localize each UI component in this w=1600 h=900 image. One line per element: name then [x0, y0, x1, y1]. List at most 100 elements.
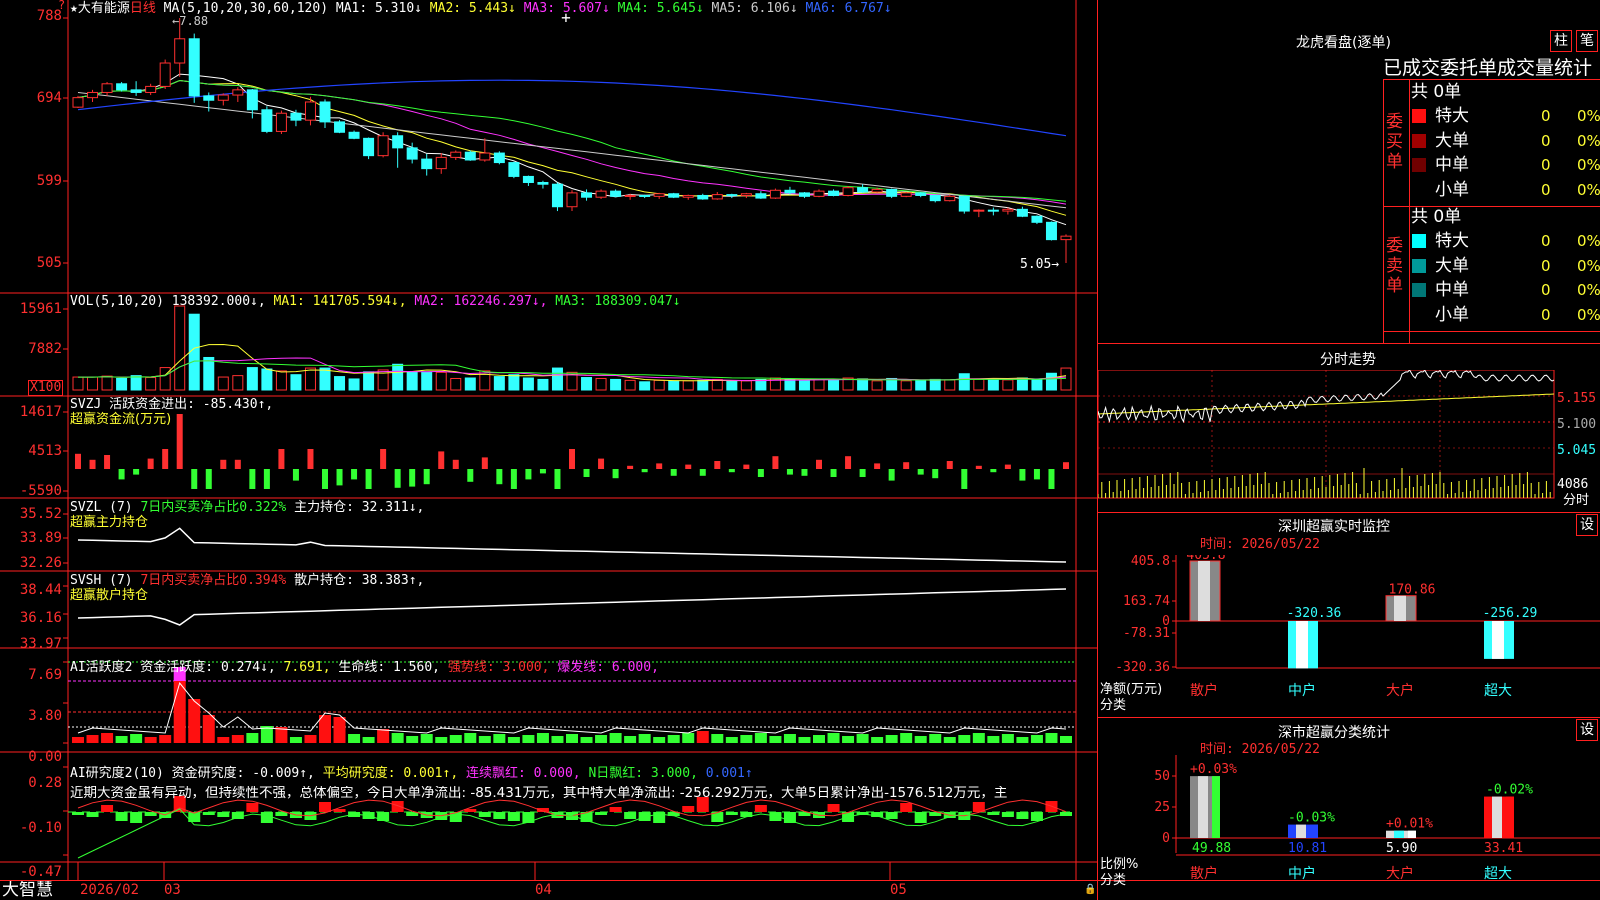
volume-bar	[493, 376, 505, 391]
activity-bar	[144, 737, 157, 743]
classify-settings-button[interactable]: 设	[1576, 719, 1598, 741]
volume-bar	[813, 378, 825, 391]
volume-bar	[871, 380, 883, 391]
monitor-settings-button[interactable]: 设	[1576, 514, 1598, 536]
activity-bar	[972, 733, 985, 743]
bar-mode-button[interactable]: 柱	[1550, 30, 1572, 52]
money-flow-bar	[641, 469, 648, 473]
candle-body	[668, 193, 680, 198]
classify-bar-group	[1484, 796, 1514, 838]
classify-chart: 7550250+0.03%49.88散户-0.03%10.81中户+0.01%5…	[1154, 755, 1600, 882]
candle-body	[406, 147, 418, 160]
candle-body	[116, 83, 128, 91]
candle-body	[726, 194, 738, 197]
candle-body	[842, 187, 854, 196]
lhb-row-label: 特大	[1435, 106, 1469, 126]
volume-bar	[145, 377, 157, 391]
activity-bar	[406, 736, 419, 743]
volume-bar	[116, 377, 128, 391]
money-flow-bar	[946, 461, 953, 469]
tick-mode-button[interactable]: 笔	[1576, 30, 1598, 52]
candle-body	[784, 189, 796, 194]
lock-icon[interactable]: 🔒	[1084, 882, 1096, 897]
candle-body	[828, 190, 840, 196]
candle-body	[871, 188, 883, 193]
ma-legend-item: MA6: 6.767↓	[797, 1, 892, 16]
price-tick: 599	[36, 173, 62, 189]
candle-body	[217, 94, 229, 101]
lhb-row-count: 0	[1541, 305, 1551, 324]
date-label: 04	[535, 882, 552, 898]
volume-bar	[392, 363, 404, 391]
classify-bar-edge	[1310, 824, 1318, 838]
lhb-row: 小单 0 0%	[1411, 303, 1600, 327]
money-flow-bar	[874, 463, 881, 469]
volume-bar	[915, 380, 927, 391]
lhb-row-pct: 0%	[1577, 180, 1600, 199]
vol-header: VOL(5,10,20) 138392.000↓, MA1: 141705.59…	[70, 294, 681, 309]
ai1-life: 生命线: 1.560,	[338, 660, 440, 675]
candle-body	[813, 190, 825, 197]
monitor-bar-group	[1385, 595, 1417, 622]
activity-bar	[871, 737, 884, 743]
activity-bar	[391, 733, 404, 743]
money-flow-bar	[409, 469, 416, 487]
activity-bar	[72, 737, 84, 743]
classify-y-tick: 25	[1154, 800, 1170, 815]
money-flow-bar	[903, 462, 910, 469]
volume-bar	[624, 379, 636, 391]
money-flow-bar	[438, 451, 445, 469]
volume-bar	[711, 378, 723, 391]
activity-bar	[522, 735, 535, 743]
activity-bar	[449, 735, 462, 743]
classify-category: 散户	[1190, 865, 1218, 882]
monitor-category: 超大	[1484, 683, 1512, 699]
lhb-row: 特大 0 0%	[1411, 229, 1600, 253]
intraday-chart[interactable]	[1098, 370, 1600, 512]
classify-bar-highlight	[1492, 796, 1502, 838]
classify-change-label: -0.02%	[1486, 783, 1533, 798]
money-flow-bar	[1004, 464, 1011, 469]
money-flow-bar	[1033, 469, 1040, 480]
svsh-hold: 散户持仓: 38.383↑,	[294, 573, 425, 588]
money-flow-bar	[452, 459, 459, 469]
activity-bar	[653, 737, 666, 743]
intraday-frame	[1098, 370, 1555, 499]
lhb-row-label: 小单	[1435, 179, 1469, 200]
classify-title: 深市超赢分类统计	[1278, 725, 1390, 741]
activity-bar	[478, 736, 491, 743]
volume-bar	[246, 367, 258, 391]
classify-change-label: -0.03%	[1288, 811, 1335, 826]
low-price-label: 5.05→	[1020, 257, 1060, 272]
kline-panel[interactable]: + ★大有能源日线 MA(5,10,20,30,60,120) MA1: 5.3…	[0, 0, 1097, 900]
kline-chart[interactable]: +	[0, 0, 1097, 880]
lhb-row-count: 0	[1541, 107, 1551, 125]
sell-side-label: 委卖单	[1386, 236, 1403, 296]
money-flow-bar	[656, 463, 663, 469]
activity-bar	[958, 735, 971, 743]
candle-body	[973, 209, 985, 212]
research-bar	[507, 812, 520, 821]
research-bar	[72, 812, 84, 815]
activity-bar	[348, 734, 361, 743]
candle-body	[857, 187, 869, 193]
money-flow-bar	[539, 469, 546, 474]
money-flow-bar	[612, 469, 619, 479]
ai2-tick: -0.10	[19, 820, 62, 836]
classify-bar-highlight	[1296, 824, 1306, 838]
svzj-tick: -5590	[19, 483, 62, 499]
activity-bar	[885, 735, 898, 743]
money-flow-bar	[569, 449, 575, 469]
candle-body	[363, 137, 375, 157]
volume-bar	[72, 376, 84, 391]
activity-bar	[188, 699, 201, 743]
ai2-avg: 平均研究度: 0.001↑,	[322, 766, 459, 781]
divider	[1098, 512, 1600, 513]
svzl-tick: 35.52	[19, 506, 62, 522]
activity-bar	[725, 737, 738, 743]
period-label[interactable]: 日线	[130, 1, 156, 16]
research-bar	[900, 803, 913, 812]
candle-body	[290, 112, 302, 121]
ai2-label: AI研究度2(10) 资金研究度: -0.009↑,	[70, 766, 315, 781]
buy-side-label: 委买单	[1386, 112, 1403, 172]
